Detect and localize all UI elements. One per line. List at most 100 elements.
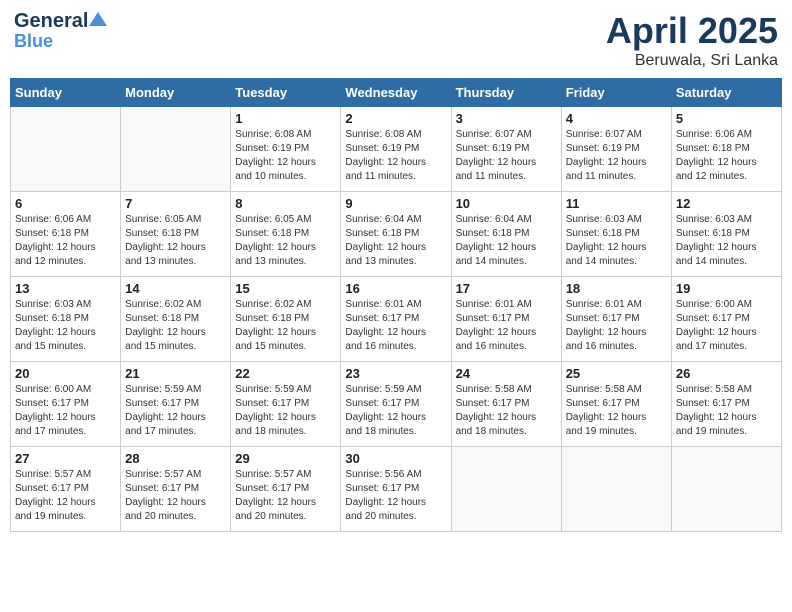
calendar-week-3: 13Sunrise: 6:03 AM Sunset: 6:18 PM Dayli… xyxy=(11,277,782,362)
day-number: 27 xyxy=(15,451,116,466)
day-info: Sunrise: 6:06 AM Sunset: 6:18 PM Dayligh… xyxy=(676,128,777,184)
day-info: Sunrise: 6:04 AM Sunset: 6:18 PM Dayligh… xyxy=(456,213,557,269)
day-number: 16 xyxy=(345,281,446,296)
calendar-cell: 3 Sunrise: 6:07 AM Sunset: 6:19 PM Daylig… xyxy=(451,107,561,192)
column-header-wednesday: Wednesday xyxy=(341,79,451,107)
day-info: Sunrise: 5:59 AM Sunset: 6:17 PM Dayligh… xyxy=(345,383,446,439)
day-number: 18 xyxy=(566,281,667,296)
title-block: April 2025 Beruwala, Sri Lanka xyxy=(606,10,778,70)
day-number: 4 xyxy=(566,111,667,126)
day-info: Sunrise: 6:05 AM Sunset: 6:18 PM Dayligh… xyxy=(125,213,226,269)
calendar-cell: 7 Sunrise: 6:05 AM Sunset: 6:18 PM Daylig… xyxy=(121,192,231,277)
day-info: Sunrise: 6:02 AM Sunset: 6:18 PM Dayligh… xyxy=(125,298,226,354)
calendar-cell: 14 Sunrise: 6:02 AM Sunset: 6:18 PM Dayli… xyxy=(121,277,231,362)
day-number: 22 xyxy=(235,366,336,381)
calendar-cell: 11 Sunrise: 6:03 AM Sunset: 6:18 PM Dayli… xyxy=(561,192,671,277)
logo: General Blue xyxy=(14,10,107,52)
calendar-week-2: 6 Sunrise: 6:06 AM Sunset: 6:18 PM Daylig… xyxy=(11,192,782,277)
calendar-cell: 18 Sunrise: 6:01 AM Sunset: 6:17 PM Dayli… xyxy=(561,277,671,362)
day-number: 29 xyxy=(235,451,336,466)
day-info: Sunrise: 6:08 AM Sunset: 6:19 PM Dayligh… xyxy=(235,128,336,184)
day-info: Sunrise: 6:08 AM Sunset: 6:19 PM Dayligh… xyxy=(345,128,446,184)
calendar-cell: 5 Sunrise: 6:06 AM Sunset: 6:18 PM Daylig… xyxy=(671,107,781,192)
day-info: Sunrise: 6:03 AM Sunset: 6:18 PM Dayligh… xyxy=(15,298,116,354)
day-info: Sunrise: 6:06 AM Sunset: 6:18 PM Dayligh… xyxy=(15,213,116,269)
calendar-title: April 2025 xyxy=(606,10,778,52)
calendar-cell: 23Sunrise: 5:59 AM Sunset: 6:17 PM Dayli… xyxy=(341,362,451,447)
day-number: 6 xyxy=(15,196,116,211)
page-header: General Blue April 2025 Beruwala, Sri La… xyxy=(10,10,782,70)
calendar-cell: 15Sunrise: 6:02 AM Sunset: 6:18 PM Dayli… xyxy=(231,277,341,362)
calendar-cell xyxy=(11,107,121,192)
calendar-cell: 9Sunrise: 6:04 AM Sunset: 6:18 PM Daylig… xyxy=(341,192,451,277)
calendar-cell: 2 Sunrise: 6:08 AM Sunset: 6:19 PM Daylig… xyxy=(341,107,451,192)
day-number: 17 xyxy=(456,281,557,296)
calendar-week-1: 1 Sunrise: 6:08 AM Sunset: 6:19 PM Daylig… xyxy=(11,107,782,192)
day-info: Sunrise: 5:57 AM Sunset: 6:17 PM Dayligh… xyxy=(235,468,336,524)
calendar-cell: 26 Sunrise: 5:58 AM Sunset: 6:17 PM Dayli… xyxy=(671,362,781,447)
day-number: 24 xyxy=(456,366,557,381)
day-number: 25 xyxy=(566,366,667,381)
day-info: Sunrise: 5:56 AM Sunset: 6:17 PM Dayligh… xyxy=(345,468,446,524)
calendar-cell: 17 Sunrise: 6:01 AM Sunset: 6:17 PM Dayli… xyxy=(451,277,561,362)
calendar-cell: 6 Sunrise: 6:06 AM Sunset: 6:18 PM Daylig… xyxy=(11,192,121,277)
column-header-monday: Monday xyxy=(121,79,231,107)
calendar-cell: 19Sunrise: 6:00 AM Sunset: 6:17 PM Dayli… xyxy=(671,277,781,362)
calendar-cell: 21Sunrise: 5:59 AM Sunset: 6:17 PM Dayli… xyxy=(121,362,231,447)
calendar-subtitle: Beruwala, Sri Lanka xyxy=(606,52,778,70)
day-info: Sunrise: 6:01 AM Sunset: 6:17 PM Dayligh… xyxy=(456,298,557,354)
calendar-header-row: SundayMondayTuesdayWednesdayThursdayFrid… xyxy=(11,79,782,107)
calendar-cell xyxy=(451,447,561,532)
calendar-cell: 28Sunrise: 5:57 AM Sunset: 6:17 PM Dayli… xyxy=(121,447,231,532)
calendar-table: SundayMondayTuesdayWednesdayThursdayFrid… xyxy=(10,78,782,532)
calendar-week-4: 20 Sunrise: 6:00 AM Sunset: 6:17 PM Dayli… xyxy=(11,362,782,447)
day-number: 26 xyxy=(676,366,777,381)
day-number: 14 xyxy=(125,281,226,296)
calendar-cell: 16Sunrise: 6:01 AM Sunset: 6:17 PM Dayli… xyxy=(341,277,451,362)
day-info: Sunrise: 6:00 AM Sunset: 6:17 PM Dayligh… xyxy=(15,383,116,439)
day-info: Sunrise: 6:07 AM Sunset: 6:19 PM Dayligh… xyxy=(456,128,557,184)
calendar-cell: 10Sunrise: 6:04 AM Sunset: 6:18 PM Dayli… xyxy=(451,192,561,277)
calendar-cell: 8Sunrise: 6:05 AM Sunset: 6:18 PM Daylig… xyxy=(231,192,341,277)
calendar-cell xyxy=(671,447,781,532)
calendar-cell xyxy=(121,107,231,192)
day-number: 3 xyxy=(456,111,557,126)
calendar-cell: 24 Sunrise: 5:58 AM Sunset: 6:17 PM Dayli… xyxy=(451,362,561,447)
day-info: Sunrise: 6:04 AM Sunset: 6:18 PM Dayligh… xyxy=(345,213,446,269)
day-number: 7 xyxy=(125,196,226,211)
day-info: Sunrise: 5:58 AM Sunset: 6:17 PM Dayligh… xyxy=(456,383,557,439)
calendar-cell: 25 Sunrise: 5:58 AM Sunset: 6:17 PM Dayli… xyxy=(561,362,671,447)
day-number: 8 xyxy=(235,196,336,211)
day-info: Sunrise: 5:57 AM Sunset: 6:17 PM Dayligh… xyxy=(125,468,226,524)
day-info: Sunrise: 5:59 AM Sunset: 6:17 PM Dayligh… xyxy=(235,383,336,439)
day-number: 11 xyxy=(566,196,667,211)
day-number: 1 xyxy=(235,111,336,126)
calendar-cell: 13Sunrise: 6:03 AM Sunset: 6:18 PM Dayli… xyxy=(11,277,121,362)
day-info: Sunrise: 6:00 AM Sunset: 6:17 PM Dayligh… xyxy=(676,298,777,354)
calendar-week-5: 27 Sunrise: 5:57 AM Sunset: 6:17 PM Dayli… xyxy=(11,447,782,532)
day-number: 5 xyxy=(676,111,777,126)
day-number: 21 xyxy=(125,366,226,381)
calendar-cell: 29 Sunrise: 5:57 AM Sunset: 6:17 PM Dayli… xyxy=(231,447,341,532)
calendar-cell: 22 Sunrise: 5:59 AM Sunset: 6:17 PM Dayli… xyxy=(231,362,341,447)
day-info: Sunrise: 6:07 AM Sunset: 6:19 PM Dayligh… xyxy=(566,128,667,184)
column-header-friday: Friday xyxy=(561,79,671,107)
column-header-thursday: Thursday xyxy=(451,79,561,107)
day-info: Sunrise: 6:03 AM Sunset: 6:18 PM Dayligh… xyxy=(566,213,667,269)
day-number: 20 xyxy=(15,366,116,381)
calendar-cell xyxy=(561,447,671,532)
calendar-cell: 4 Sunrise: 6:07 AM Sunset: 6:19 PM Daylig… xyxy=(561,107,671,192)
day-info: Sunrise: 6:01 AM Sunset: 6:17 PM Dayligh… xyxy=(566,298,667,354)
day-info: Sunrise: 5:57 AM Sunset: 6:17 PM Dayligh… xyxy=(15,468,116,524)
logo-blue-text: Blue xyxy=(14,32,53,52)
day-number: 15 xyxy=(235,281,336,296)
day-info: Sunrise: 5:58 AM Sunset: 6:17 PM Dayligh… xyxy=(566,383,667,439)
column-header-tuesday: Tuesday xyxy=(231,79,341,107)
column-header-saturday: Saturday xyxy=(671,79,781,107)
day-number: 2 xyxy=(345,111,446,126)
logo-text: General xyxy=(14,10,88,32)
calendar-cell: 27 Sunrise: 5:57 AM Sunset: 6:17 PM Dayli… xyxy=(11,447,121,532)
calendar-cell: 30Sunrise: 5:56 AM Sunset: 6:17 PM Dayli… xyxy=(341,447,451,532)
day-info: Sunrise: 5:58 AM Sunset: 6:17 PM Dayligh… xyxy=(676,383,777,439)
logo-icon xyxy=(89,10,107,28)
